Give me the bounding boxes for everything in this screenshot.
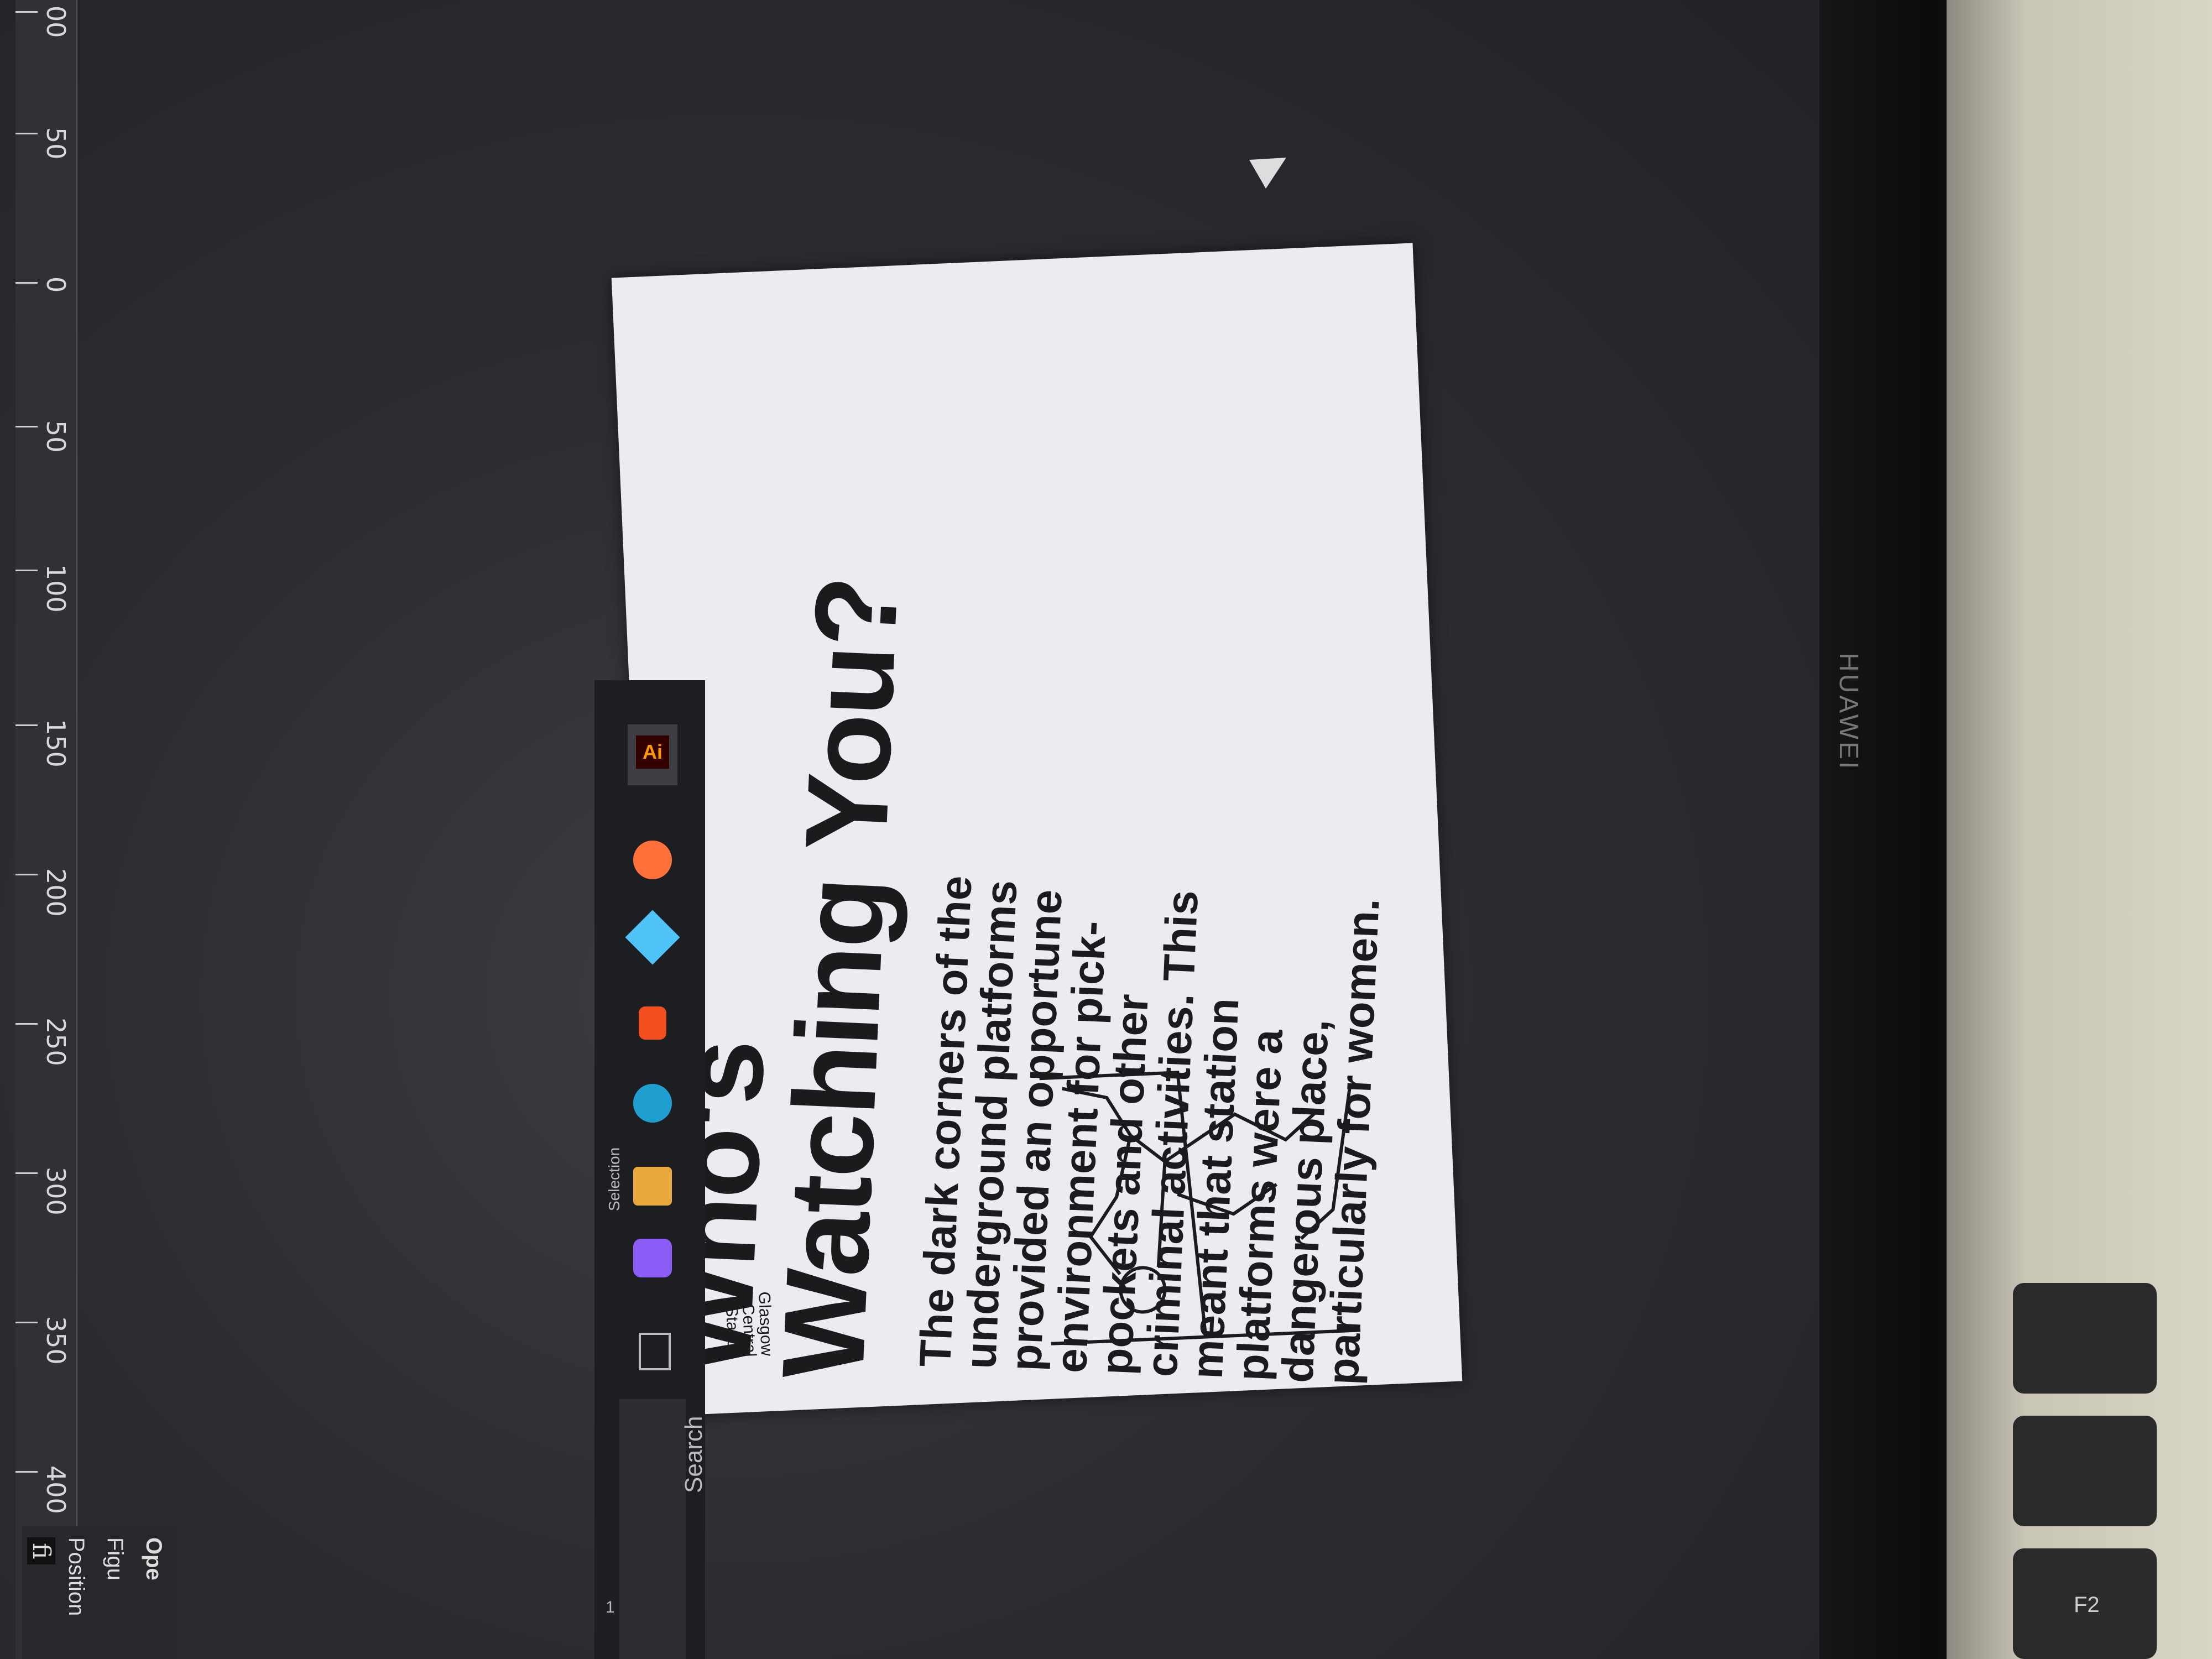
- laptop-keyboard-deck: F2: [1947, 0, 2212, 1659]
- horizontal-ruler: 00 50 0 50 100 150 200 250 300 350 400: [15, 0, 77, 1659]
- ruler-tick: [15, 874, 38, 875]
- function-key[interactable]: [2013, 1283, 2157, 1394]
- properties-row[interactable]: Ope: [141, 1537, 166, 1580]
- glasgow-central-station-logo: Glasgow Central Station: [719, 1212, 776, 1358]
- device-brand: HUAWEI: [1834, 653, 1863, 771]
- function-key[interactable]: [2013, 1416, 2157, 1526]
- properties-row[interactable]: Figu: [102, 1537, 127, 1580]
- ruler-label: 100: [41, 564, 71, 613]
- f2-key-label: F2: [2074, 1593, 2100, 1617]
- ruler-label: 50: [41, 127, 71, 160]
- ruler-label: 250: [41, 1018, 71, 1066]
- ruler-label: 400: [41, 1465, 71, 1514]
- ligature-icon[interactable]: fi: [27, 1537, 55, 1565]
- man-at-platform-illustration: [1039, 1071, 1361, 1345]
- ruler-tick: [15, 133, 38, 134]
- ruler-label: 350: [41, 1316, 71, 1365]
- ruler-tick: [15, 282, 38, 284]
- ruler-tick: [15, 1322, 38, 1323]
- poster-artboard[interactable]: Glasgow Central Station The dark corners…: [611, 243, 1463, 1416]
- ruler-tick: [15, 1471, 38, 1473]
- ruler-label: 200: [41, 868, 71, 917]
- rotated-screen-content: 00 50 0 50 100 150 200 250 300 350 400 O…: [0, 0, 1836, 1659]
- ruler-tick: [15, 570, 38, 571]
- ruler-label: 150: [41, 719, 71, 768]
- ruler-label: 00: [41, 6, 71, 38]
- properties-row[interactable]: Position: [64, 1537, 88, 1616]
- f2-key[interactable]: F2: [2013, 1548, 2157, 1659]
- ruler-tick: [15, 724, 38, 726]
- ruler-label: 300: [41, 1167, 71, 1215]
- ruler-tick: [15, 426, 38, 427]
- ruler-label: 0: [41, 276, 71, 293]
- ruler-tick: [15, 11, 38, 13]
- ruler-tick: [15, 1172, 38, 1174]
- ruler-label: 50: [41, 420, 71, 453]
- properties-panel: Ope Figu Position fi: [22, 1526, 177, 1659]
- ruler-tick: [15, 1023, 38, 1025]
